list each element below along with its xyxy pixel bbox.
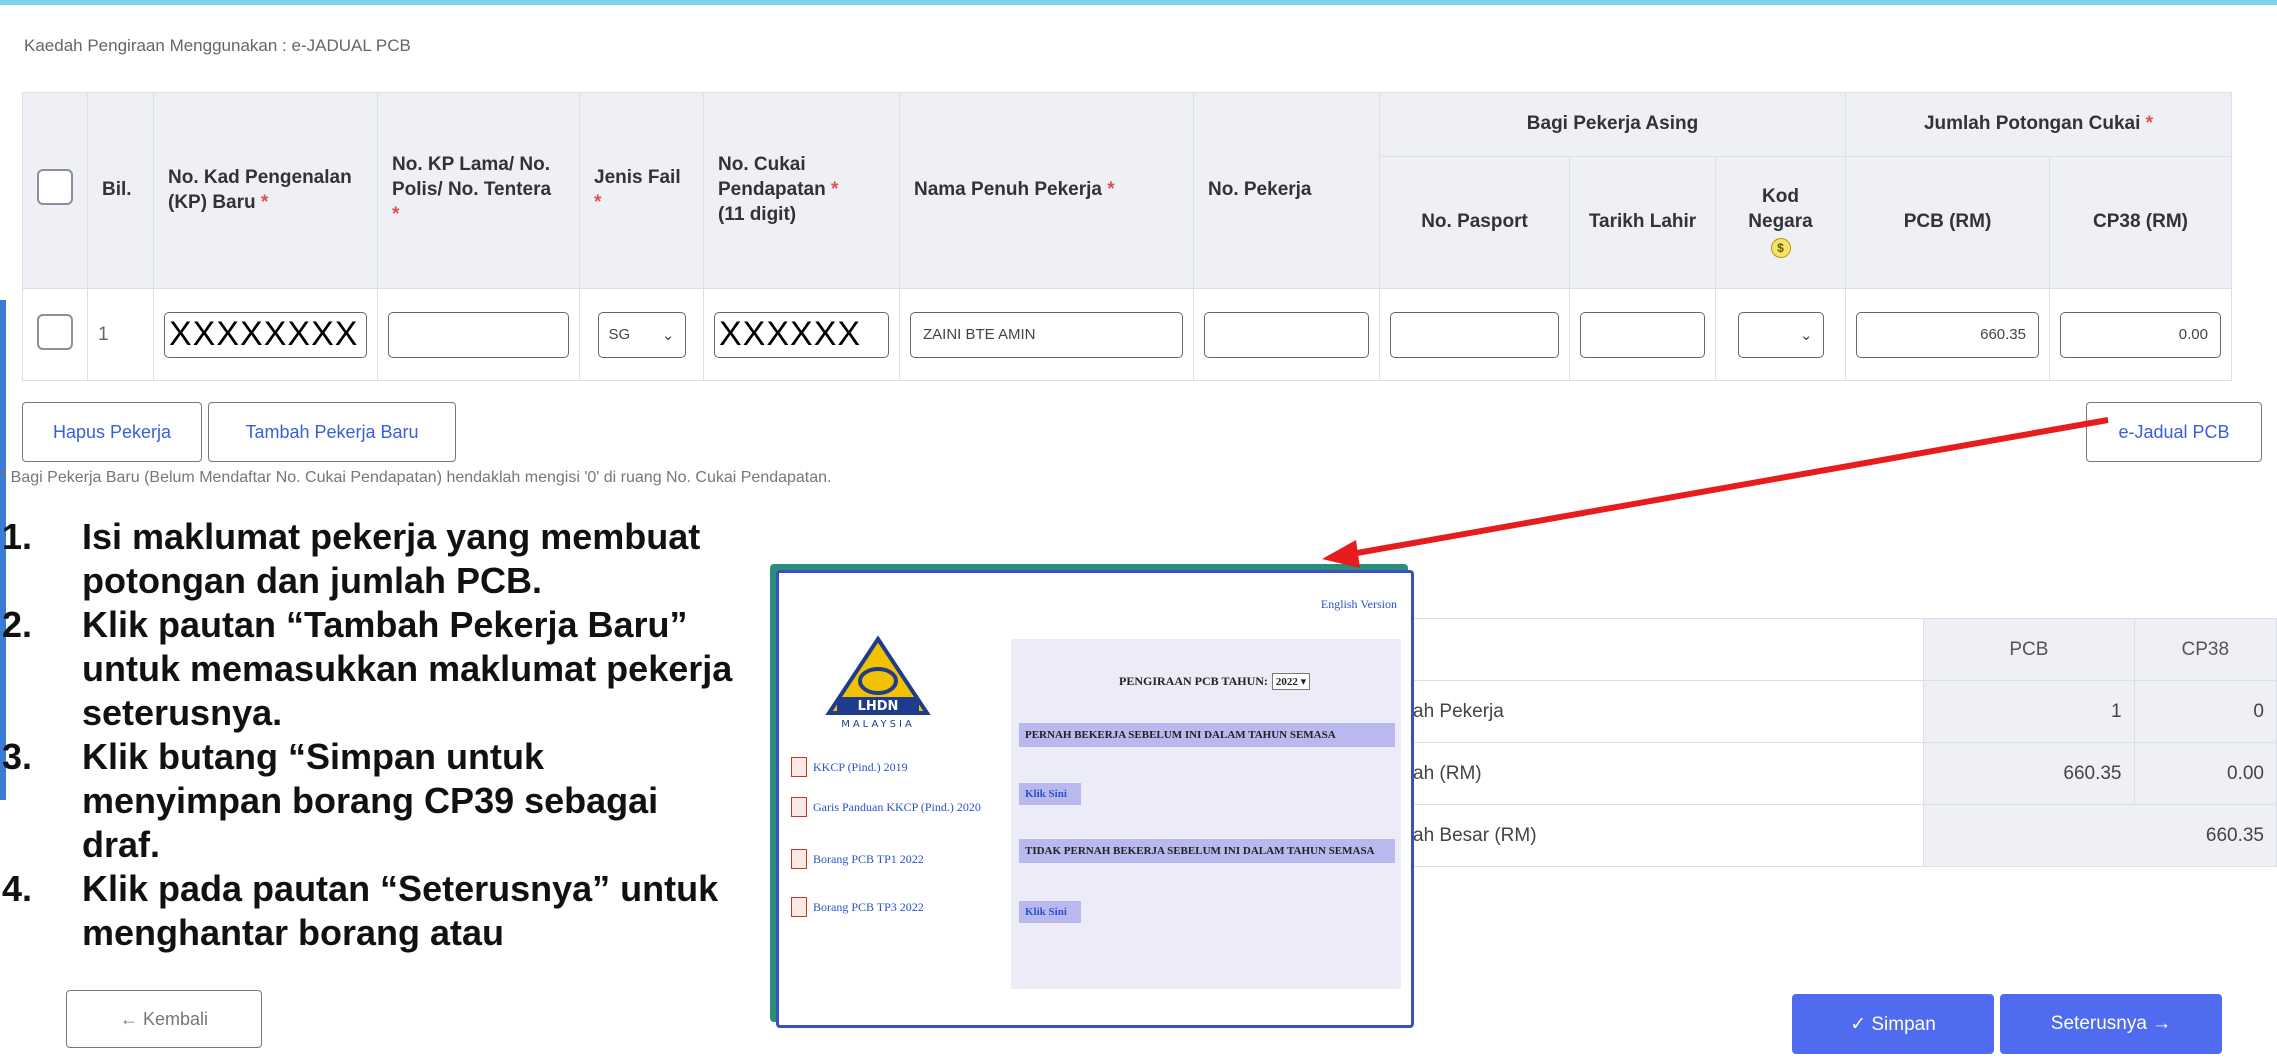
annotation-arrow bbox=[1322, 417, 2109, 568]
